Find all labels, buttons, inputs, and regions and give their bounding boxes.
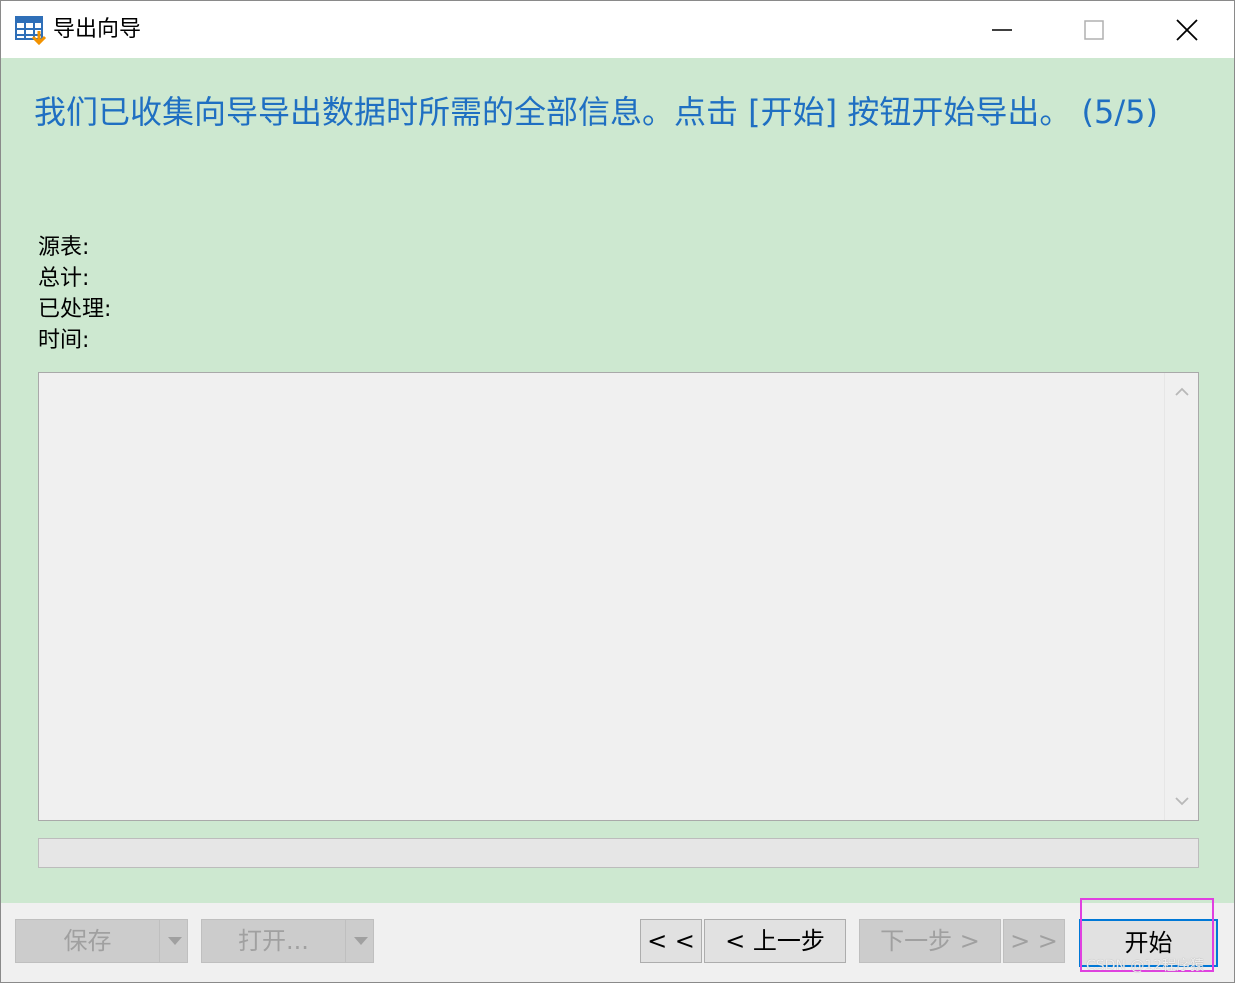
scroll-up-button[interactable] — [1165, 377, 1198, 407]
maximize-button[interactable] — [1048, 1, 1140, 58]
log-textarea[interactable] — [38, 372, 1199, 821]
scroll-down-button[interactable] — [1165, 786, 1198, 816]
minimize-icon — [992, 28, 1012, 31]
previous-step-button[interactable]: < 上一步 — [704, 919, 846, 963]
close-button[interactable] — [1141, 1, 1233, 58]
minimize-button[interactable] — [956, 1, 1048, 58]
chevron-up-icon — [1174, 387, 1189, 396]
close-icon — [1176, 18, 1198, 41]
save-dropdown-button[interactable] — [159, 920, 190, 962]
open-split-button[interactable]: 打开... — [201, 919, 374, 963]
window-title: 导出向导 — [53, 17, 142, 42]
watermark: CSDN @12程序猿 — [1086, 958, 1205, 974]
wizard-step-message: 我们已收集向导导出数据时所需的全部信息。点击 [开始] 按钮开始导出。 (5/5… — [34, 93, 1158, 131]
last-step-button[interactable]: > > — [1003, 919, 1065, 963]
next-step-button[interactable]: 下一步 > — [859, 919, 1001, 963]
open-dropdown-button[interactable] — [345, 920, 376, 962]
time-label: 时间: — [38, 328, 90, 353]
log-scrollbar[interactable] — [1164, 373, 1198, 820]
open-button[interactable]: 打开... — [202, 920, 345, 962]
table-export-icon — [15, 16, 47, 46]
save-button[interactable]: 保存 — [16, 920, 159, 962]
export-progress-bar — [38, 838, 1199, 868]
first-step-button[interactable]: < < — [640, 919, 702, 963]
triangle-down-icon — [354, 937, 368, 945]
chevron-down-icon — [1174, 797, 1189, 806]
maximize-icon — [1084, 19, 1104, 40]
processed-label: 已处理: — [38, 297, 112, 322]
button-bar: 保存 打开... < < < 上一步 下一步 > > > 开始 — [1, 903, 1234, 982]
export-wizard-window: 导出向导 我们已收集向导导出数据时所需的全部信息。点击 [开始] 按钮开始导出。… — [0, 0, 1235, 983]
triangle-down-icon — [168, 937, 182, 945]
save-split-button[interactable]: 保存 — [15, 919, 188, 963]
source-table-label: 源表: — [38, 235, 90, 260]
title-bar: 导出向导 — [1, 1, 1234, 58]
total-label: 总计: — [38, 266, 90, 291]
